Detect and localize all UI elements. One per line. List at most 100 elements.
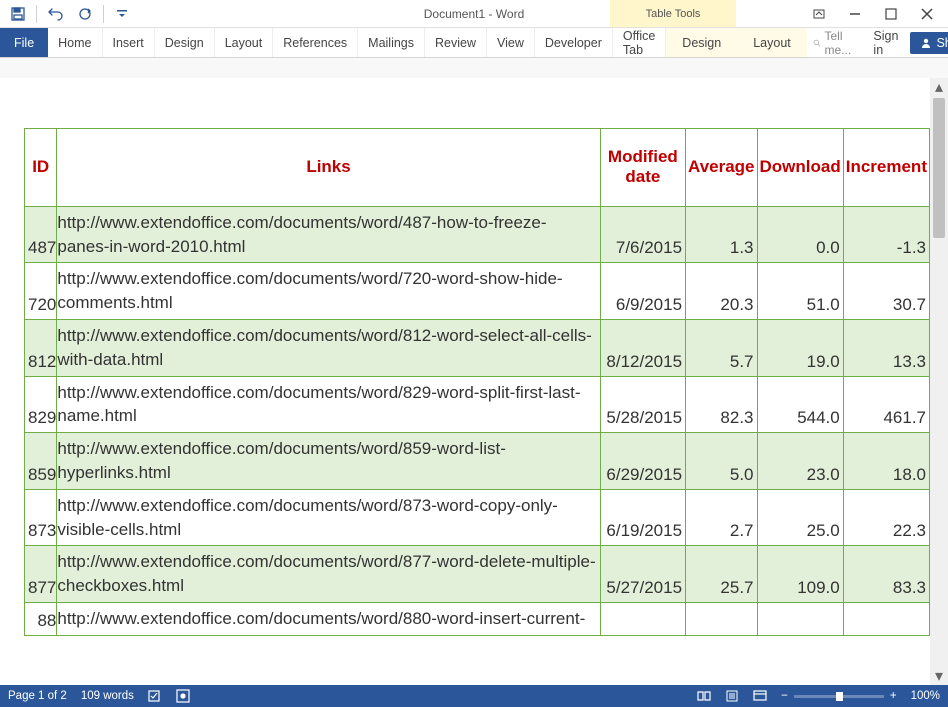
word-count[interactable]: 109 words (81, 690, 134, 702)
table-cell[interactable]: 0.0 (757, 206, 843, 263)
scroll-up-button[interactable]: ▴ (930, 78, 948, 96)
table-cell[interactable]: 88 (25, 602, 57, 635)
table-cell[interactable] (757, 602, 843, 635)
tab-review[interactable]: Review (425, 28, 487, 57)
table-cell[interactable]: 25.7 (686, 546, 757, 603)
tab-developer[interactable]: Developer (535, 28, 613, 57)
zoom-out-button[interactable]: − (781, 690, 788, 702)
table-cell[interactable]: 5/27/2015 (600, 546, 685, 603)
header-links[interactable]: Links (57, 129, 600, 207)
table-cell[interactable] (843, 602, 929, 635)
signin-button[interactable]: Sign in (865, 29, 906, 57)
zoom-track[interactable] (794, 695, 884, 698)
ribbon-options-button[interactable] (802, 2, 836, 26)
table-cell[interactable]: 2.7 (686, 489, 757, 546)
table-cell[interactable]: http://www.extendoffice.com/documents/wo… (57, 489, 600, 546)
qat-customize-button[interactable] (108, 2, 136, 26)
tab-home[interactable]: Home (48, 28, 102, 57)
table-cell[interactable]: 7/6/2015 (600, 206, 685, 263)
redo-button[interactable] (71, 2, 99, 26)
table-cell[interactable]: 83.3 (843, 546, 929, 603)
table-cell[interactable]: http://www.extendoffice.com/documents/wo… (57, 433, 600, 490)
table-row[interactable]: 812http://www.extendoffice.com/documents… (25, 319, 930, 376)
table-cell[interactable]: http://www.extendoffice.com/documents/wo… (57, 546, 600, 603)
share-button[interactable]: Share (910, 32, 948, 54)
table-cell[interactable]: 6/29/2015 (600, 433, 685, 490)
table-row[interactable]: 873http://www.extendoffice.com/documents… (25, 489, 930, 546)
table-cell[interactable]: 461.7 (843, 376, 929, 433)
zoom-in-button[interactable]: + (890, 690, 897, 702)
table-cell[interactable]: 25.0 (757, 489, 843, 546)
table-cell[interactable]: 873 (25, 489, 57, 546)
table-cell[interactable]: 51.0 (757, 263, 843, 320)
web-layout-icon[interactable] (753, 689, 767, 703)
table-row[interactable]: 877http://www.extendoffice.com/documents… (25, 546, 930, 603)
ruler[interactable] (0, 58, 948, 78)
table-cell[interactable]: 18.0 (843, 433, 929, 490)
table-cell[interactable]: 20.3 (686, 263, 757, 320)
zoom-thumb[interactable] (836, 692, 843, 701)
table-cell[interactable]: 859 (25, 433, 57, 490)
table-cell[interactable]: http://www.extendoffice.com/documents/wo… (57, 602, 600, 635)
table-cell[interactable]: 6/9/2015 (600, 263, 685, 320)
data-table[interactable]: ID Links Modified date Average Download … (24, 128, 930, 636)
table-cell[interactable]: 812 (25, 319, 57, 376)
header-download[interactable]: Download (757, 129, 843, 207)
table-cell[interactable]: 5.7 (686, 319, 757, 376)
table-cell[interactable]: 1.3 (686, 206, 757, 263)
table-cell[interactable] (600, 602, 685, 635)
tab-design[interactable]: Design (155, 28, 215, 57)
tell-me-input[interactable]: Tell me... (807, 29, 862, 57)
read-mode-icon[interactable] (697, 689, 711, 703)
table-cell[interactable]: http://www.extendoffice.com/documents/wo… (57, 206, 600, 263)
page-indicator[interactable]: Page 1 of 2 (8, 690, 67, 702)
tab-table-layout[interactable]: Layout (737, 28, 807, 57)
table-cell[interactable]: 82.3 (686, 376, 757, 433)
table-row[interactable]: 859http://www.extendoffice.com/documents… (25, 433, 930, 490)
table-cell[interactable]: 30.7 (843, 263, 929, 320)
tab-mailings[interactable]: Mailings (358, 28, 425, 57)
table-cell[interactable]: 23.0 (757, 433, 843, 490)
table-cell[interactable]: 13.3 (843, 319, 929, 376)
table-cell[interactable]: 6/19/2015 (600, 489, 685, 546)
table-cell[interactable]: 22.3 (843, 489, 929, 546)
file-tab[interactable]: File (0, 28, 48, 57)
table-row[interactable]: 829http://www.extendoffice.com/documents… (25, 376, 930, 433)
tab-references[interactable]: References (273, 28, 358, 57)
table-row[interactable]: 487http://www.extendoffice.com/documents… (25, 206, 930, 263)
maximize-button[interactable] (874, 2, 908, 26)
table-cell[interactable]: 5.0 (686, 433, 757, 490)
tab-table-design[interactable]: Design (666, 28, 737, 57)
document-content[interactable]: ID Links Modified date Average Download … (0, 78, 930, 685)
undo-button[interactable] (41, 2, 69, 26)
zoom-level[interactable]: 100% (911, 690, 940, 702)
header-modified[interactable]: Modified date (600, 129, 685, 207)
close-button[interactable] (910, 2, 944, 26)
header-average[interactable]: Average (686, 129, 757, 207)
table-cell[interactable]: 5/28/2015 (600, 376, 685, 433)
macro-recording-icon[interactable] (176, 689, 190, 703)
table-cell[interactable]: 487 (25, 206, 57, 263)
table-cell[interactable]: 544.0 (757, 376, 843, 433)
table-cell[interactable]: 720 (25, 263, 57, 320)
table-cell[interactable]: 19.0 (757, 319, 843, 376)
table-cell[interactable]: 8/12/2015 (600, 319, 685, 376)
tab-insert[interactable]: Insert (103, 28, 155, 57)
scroll-thumb[interactable] (933, 98, 945, 238)
table-cell[interactable]: -1.3 (843, 206, 929, 263)
table-cell[interactable]: 109.0 (757, 546, 843, 603)
tab-office-tab[interactable]: Office Tab (613, 28, 666, 57)
scroll-down-button[interactable]: ▾ (930, 667, 948, 685)
table-cell[interactable]: http://www.extendoffice.com/documents/wo… (57, 319, 600, 376)
table-cell[interactable]: 877 (25, 546, 57, 603)
tab-view[interactable]: View (487, 28, 535, 57)
save-button[interactable] (4, 2, 32, 26)
table-row[interactable]: 88http://www.extendoffice.com/documents/… (25, 602, 930, 635)
zoom-slider[interactable]: − + (781, 690, 896, 702)
minimize-button[interactable] (838, 2, 872, 26)
table-cell[interactable]: 829 (25, 376, 57, 433)
tab-layout[interactable]: Layout (215, 28, 274, 57)
header-id[interactable]: ID (25, 129, 57, 207)
table-row[interactable]: 720http://www.extendoffice.com/documents… (25, 263, 930, 320)
table-cell[interactable]: http://www.extendoffice.com/documents/wo… (57, 263, 600, 320)
